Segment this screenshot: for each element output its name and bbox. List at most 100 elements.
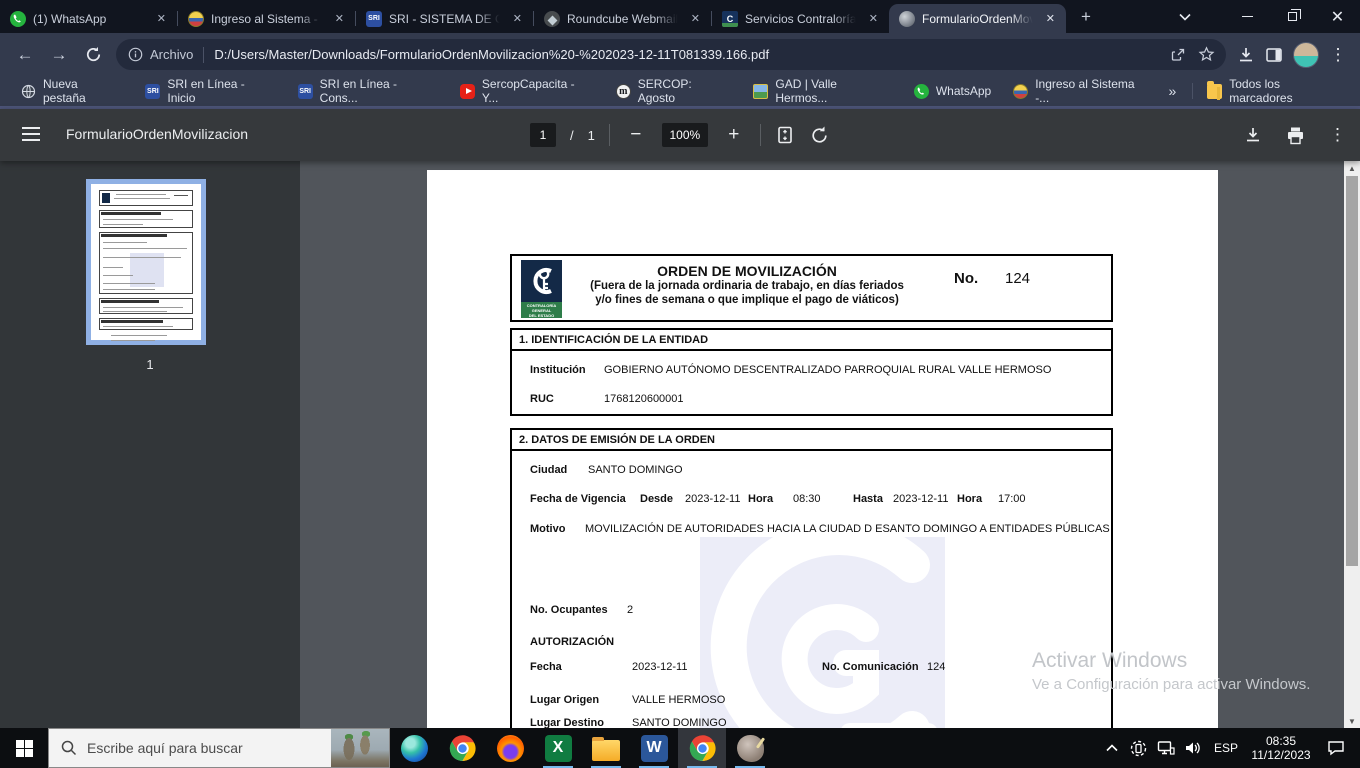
info-icon[interactable] bbox=[128, 47, 143, 62]
taskbar-search-input[interactable] bbox=[87, 740, 331, 756]
your-phone-icon[interactable] bbox=[1125, 728, 1152, 768]
taskbar-word-button[interactable]: W bbox=[630, 728, 678, 768]
tab-servicios-contraloria[interactable]: C Servicios Contraloría ✕ bbox=[712, 4, 889, 33]
minimize-icon bbox=[1242, 16, 1253, 17]
taskbar-firefox-button[interactable] bbox=[486, 728, 534, 768]
taskbar-explorer-button[interactable] bbox=[582, 728, 630, 768]
zoom-level-input[interactable]: 100% bbox=[662, 123, 708, 147]
tab-sri-sistema[interactable]: SRI SRI - SISTEMA DE CO ✕ bbox=[356, 4, 533, 33]
bookmark-sri-consultas[interactable]: SRI SRI en Línea - Cons... bbox=[287, 80, 449, 102]
taskbar-chrome-button[interactable] bbox=[438, 728, 486, 768]
tab-close-icon[interactable]: ✕ bbox=[153, 10, 170, 27]
clock[interactable]: 08:35 11/12/2023 bbox=[1246, 734, 1316, 762]
hora-hasta-label: Hora bbox=[957, 493, 982, 505]
new-tab-button[interactable]: + bbox=[1073, 4, 1099, 30]
tab-search-chevron-icon[interactable] bbox=[1162, 0, 1207, 33]
sri-icon: SRI bbox=[298, 84, 313, 99]
tab-close-icon[interactable]: ✕ bbox=[1042, 10, 1059, 27]
file-explorer-icon bbox=[592, 740, 620, 761]
edge-icon bbox=[401, 735, 428, 762]
tab-roundcube[interactable]: Roundcube Webmail ✕ bbox=[534, 4, 711, 33]
share-icon[interactable] bbox=[1164, 41, 1192, 69]
browser-menu-button[interactable]: ⋮ bbox=[1324, 41, 1352, 69]
downloads-button[interactable] bbox=[1232, 41, 1260, 69]
bookmark-sri-inicio[interactable]: SRI SRI en Línea - Inicio bbox=[134, 80, 286, 102]
search-icon bbox=[61, 740, 77, 756]
fit-page-button[interactable] bbox=[775, 125, 795, 145]
search-highlight-image[interactable] bbox=[331, 729, 389, 767]
lugar-origen-value: VALLE HERMOSO bbox=[632, 694, 725, 706]
taskbar-gimp-button[interactable] bbox=[726, 728, 774, 768]
pdf-print-button[interactable] bbox=[1286, 126, 1305, 145]
section-datos-emision: 2. DATOS DE EMISIÓN DE LA ORDEN Ciudad S… bbox=[510, 428, 1113, 728]
tab-close-icon[interactable]: ✕ bbox=[687, 10, 704, 27]
tab-close-icon[interactable]: ✕ bbox=[331, 10, 348, 27]
restore-button[interactable] bbox=[1270, 0, 1315, 33]
scrollbar-thumb[interactable] bbox=[1346, 176, 1358, 566]
zoom-in-button[interactable]: + bbox=[722, 124, 746, 146]
desde-value: 2023-12-11 bbox=[685, 493, 740, 505]
tab-formulario-pdf-active[interactable]: FormularioOrdenMov ✕ bbox=[889, 4, 1066, 33]
pdf-toolbar: FormularioOrdenMovilizacion 1 / 1 − 100%… bbox=[0, 109, 1360, 161]
restore-icon bbox=[1288, 12, 1297, 21]
ecuador-crest-icon bbox=[188, 11, 204, 27]
bookmark-ingreso-sistema[interactable]: Ingreso al Sistema -... bbox=[1002, 80, 1162, 102]
section2-heading: 2. DATOS DE EMISIÓN DE LA ORDEN bbox=[512, 430, 1111, 451]
page-1-thumbnail[interactable] bbox=[86, 179, 206, 345]
taskbar-chrome-active-button[interactable] bbox=[678, 728, 726, 768]
bookmarks-overflow-chevron[interactable]: » bbox=[1162, 83, 1182, 99]
vertical-scrollbar[interactable]: ▲ ▼ bbox=[1344, 161, 1360, 728]
close-window-button[interactable]: ✕ bbox=[1315, 0, 1360, 33]
pdf-page-zoom-controls: 1 / 1 − 100% + bbox=[530, 109, 830, 161]
scroll-up-arrow[interactable]: ▲ bbox=[1344, 161, 1360, 175]
tab-close-icon[interactable]: ✕ bbox=[509, 10, 526, 27]
chrome-icon bbox=[449, 735, 476, 762]
tab-title: FormularioOrdenMov bbox=[922, 12, 1035, 26]
bookmark-label: WhatsApp bbox=[936, 84, 991, 98]
bookmarks-right-group: » Todos los marcadores bbox=[1162, 80, 1350, 102]
taskbar-edge-button[interactable] bbox=[390, 728, 438, 768]
bookmark-whatsapp[interactable]: WhatsApp bbox=[903, 80, 1002, 102]
cge-logo-caption: CONTRALORÍA GENERAL DEL ESTADO bbox=[521, 302, 562, 318]
zoom-out-button[interactable]: − bbox=[624, 124, 648, 146]
language-indicator[interactable]: ESP bbox=[1206, 741, 1246, 755]
rotate-button[interactable] bbox=[809, 125, 830, 146]
order-number-value: 124 bbox=[1005, 270, 1030, 287]
tab-close-icon[interactable]: ✕ bbox=[865, 10, 882, 27]
sri-icon: SRI bbox=[145, 84, 160, 99]
side-panel-button[interactable] bbox=[1260, 41, 1288, 69]
tab-whatsapp[interactable]: (1) WhatsApp ✕ bbox=[0, 4, 177, 33]
action-center-icon[interactable] bbox=[1316, 728, 1356, 768]
profile-avatar[interactable] bbox=[1293, 42, 1319, 68]
url-scheme-label: Archivo bbox=[150, 47, 193, 62]
tray-expand-chevron-icon[interactable] bbox=[1098, 728, 1125, 768]
minimize-button[interactable] bbox=[1225, 0, 1270, 33]
start-button[interactable] bbox=[0, 728, 48, 768]
bookmark-star-icon[interactable] bbox=[1192, 41, 1220, 69]
bookmark-gad-valle-hermoso[interactable]: GAD | Valle Hermos... bbox=[742, 80, 902, 102]
taskbar-search-box[interactable] bbox=[48, 728, 390, 768]
all-bookmarks-button[interactable]: Todos los marcadores bbox=[1203, 80, 1350, 102]
thumb-art bbox=[111, 340, 155, 341]
ciudad-value: SANTO DOMINGO bbox=[588, 464, 683, 476]
scroll-down-arrow[interactable]: ▼ bbox=[1344, 714, 1360, 728]
volume-icon[interactable] bbox=[1179, 728, 1206, 768]
pdf-menu-icon[interactable] bbox=[22, 127, 40, 141]
bookmark-sercopcapacita[interactable]: SercopCapacita - Y... bbox=[449, 80, 605, 102]
bookmark-sercop-agosto[interactable]: m SERCOP: Agosto bbox=[605, 80, 743, 102]
network-icon[interactable] bbox=[1152, 728, 1179, 768]
tab-ingreso-sistema[interactable]: Ingreso al Sistema - C ✕ bbox=[178, 4, 355, 33]
hora-desde-value: 08:30 bbox=[793, 493, 821, 505]
page-number-input[interactable]: 1 bbox=[530, 123, 556, 147]
back-button[interactable]: ← bbox=[8, 38, 42, 72]
comunicacion-label: No. Comunicación bbox=[822, 661, 919, 673]
forward-button[interactable]: → bbox=[42, 38, 76, 72]
pdf-download-button[interactable] bbox=[1244, 126, 1262, 144]
address-bar[interactable]: Archivo D:/Users/Master/Downloads/Formul… bbox=[116, 39, 1226, 70]
url-text[interactable]: D:/Users/Master/Downloads/FormularioOrde… bbox=[214, 47, 1164, 62]
bookmark-nueva-pestana[interactable]: Nueva pestaña bbox=[10, 80, 134, 102]
clock-date: 11/12/2023 bbox=[1246, 748, 1316, 762]
pdf-more-options-button[interactable]: ⋮ bbox=[1329, 125, 1346, 145]
taskbar-excel-button[interactable]: X bbox=[534, 728, 582, 768]
reload-button[interactable] bbox=[76, 38, 110, 72]
